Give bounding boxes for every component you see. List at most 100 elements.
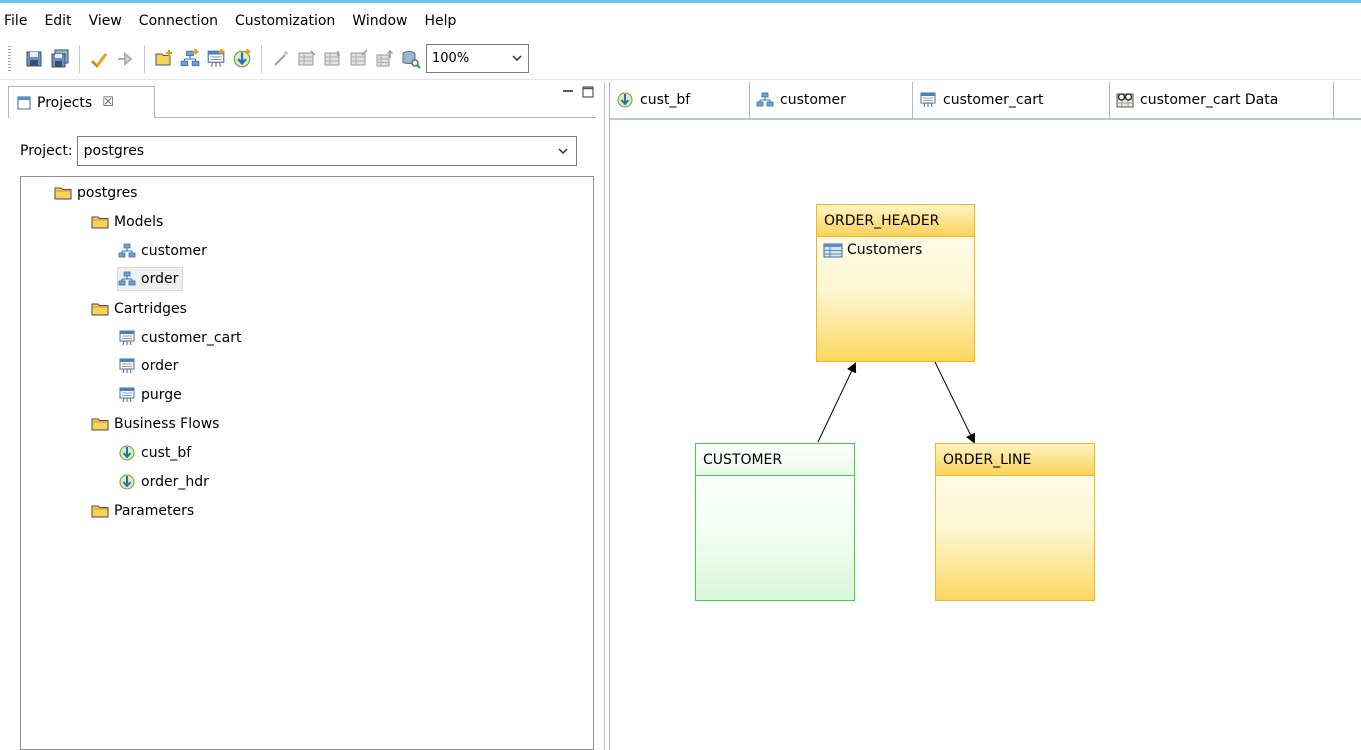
tree-item-label: customer_cart xyxy=(141,330,242,346)
tree-item-cartridge-customer-cart[interactable]: customer_cart xyxy=(118,326,241,350)
business-flow-icon xyxy=(118,444,136,462)
model-icon xyxy=(756,91,774,109)
tab-label: customer_cart xyxy=(943,92,1044,108)
tree-item-label: order xyxy=(141,271,179,287)
zoom-select[interactable]: 100% xyxy=(426,44,529,73)
entity-title: ORDER_HEADER xyxy=(817,205,974,237)
project-selector-row: Project: postgres xyxy=(20,136,577,166)
relationship-lines xyxy=(817,361,975,444)
relation-customer-to-order-header xyxy=(817,362,857,443)
cartridge-icon xyxy=(118,329,136,347)
tab-label: customer xyxy=(780,92,846,108)
table-action-1-icon[interactable] xyxy=(294,46,320,72)
database-search-icon[interactable] xyxy=(398,46,424,72)
diagram-canvas[interactable]: ORDER_HEADER Customers CUSTOMER ORDER_LI… xyxy=(610,120,1361,750)
tree-item-cartridges[interactable]: Cartridges xyxy=(91,297,187,321)
cartridge-icon xyxy=(118,386,136,404)
tab-customer-cart-data[interactable]: customer_cart Data xyxy=(1110,82,1334,118)
entity-order-line[interactable]: ORDER_LINE xyxy=(935,443,1095,601)
projects-panel: Projects ☒ Project: postgres postgres Mo… xyxy=(0,82,605,750)
tree-item-label: Business Flows xyxy=(114,416,220,432)
tab-label: customer_cart Data xyxy=(1140,92,1279,108)
business-flow-icon xyxy=(118,473,136,491)
close-icon[interactable]: ☒ xyxy=(102,95,114,110)
zoom-value: 100% xyxy=(432,51,470,66)
folder-icon xyxy=(91,415,109,433)
menu-view[interactable]: View xyxy=(89,13,122,29)
table-icon xyxy=(823,242,843,258)
editor-area: cust_bf customer customer_cart customer_… xyxy=(609,82,1361,750)
projects-tab-label: Projects xyxy=(37,94,93,111)
new-model-icon[interactable] xyxy=(177,46,203,72)
menu-bar: File Edit View Connection Customization … xyxy=(0,3,1361,38)
save-all-icon[interactable] xyxy=(47,46,73,72)
menu-edit[interactable]: Edit xyxy=(44,13,71,29)
tree-item-label: postgres xyxy=(77,185,138,201)
project-label: Project: xyxy=(20,143,73,159)
entity-title: ORDER_LINE xyxy=(936,444,1094,476)
tab-customer-cart[interactable]: customer_cart xyxy=(913,82,1110,118)
data-glasses-icon xyxy=(1116,91,1134,109)
new-project-icon[interactable] xyxy=(151,46,177,72)
toolbar-separator xyxy=(79,44,80,73)
menu-customization[interactable]: Customization xyxy=(235,13,335,29)
tree-item-business-flows[interactable]: Business Flows xyxy=(91,412,219,436)
tree-item-label: cust_bf xyxy=(141,445,192,461)
tab-underline xyxy=(155,117,596,118)
business-flow-icon xyxy=(616,91,634,109)
chevron-down-icon xyxy=(512,51,522,66)
wand-icon[interactable] xyxy=(268,46,294,72)
entity-member-customers[interactable]: Customers xyxy=(817,237,974,258)
folder-icon xyxy=(54,184,72,202)
panel-controls xyxy=(562,86,594,102)
menu-window[interactable]: Window xyxy=(352,13,407,29)
model-icon xyxy=(118,270,136,288)
toolbar-separator xyxy=(261,44,262,73)
entity-order-header[interactable]: ORDER_HEADER Customers xyxy=(816,204,975,362)
entity-customer[interactable]: CUSTOMER xyxy=(695,443,855,601)
tree-item-cartridge-order[interactable]: order xyxy=(118,354,178,378)
menu-connection[interactable]: Connection xyxy=(139,13,218,29)
table-action-3-icon[interactable] xyxy=(346,46,372,72)
folder-icon xyxy=(91,300,109,318)
project-tree: postgres Models customer order Cartridge… xyxy=(20,176,594,750)
table-action-2-icon[interactable] xyxy=(320,46,346,72)
tab-customer[interactable]: customer xyxy=(750,82,913,118)
connect-icon[interactable] xyxy=(86,46,112,72)
maximize-icon[interactable] xyxy=(582,86,594,102)
tree-item-flow-order-hdr[interactable]: order_hdr xyxy=(118,470,209,494)
folder-icon xyxy=(91,502,109,520)
cartridge-icon xyxy=(919,91,937,109)
tree-item-label: customer xyxy=(141,243,207,259)
tab-label: cust_bf xyxy=(640,92,691,108)
disconnect-icon[interactable] xyxy=(112,46,138,72)
new-cartridge-icon[interactable] xyxy=(203,46,229,72)
tree-item-label: Parameters xyxy=(114,503,195,519)
entity-title: CUSTOMER xyxy=(696,444,854,476)
minimize-icon[interactable] xyxy=(562,86,574,102)
project-select-value: postgres xyxy=(83,143,145,159)
tree-item-label: Models xyxy=(114,214,164,230)
tree-item-model-order[interactable]: order xyxy=(117,267,184,291)
menu-help[interactable]: Help xyxy=(425,13,457,29)
menu-file[interactable]: File xyxy=(4,13,27,29)
save-icon[interactable] xyxy=(21,46,47,72)
tree-item-postgres[interactable]: postgres xyxy=(54,181,137,205)
tree-item-cartridge-purge[interactable]: purge xyxy=(118,383,182,407)
tree-item-label: order xyxy=(141,358,179,374)
relation-order-header-to-order-line xyxy=(934,361,975,444)
table-action-4-icon[interactable] xyxy=(372,46,398,72)
toolbar: 100% xyxy=(0,38,1361,80)
toolbar-grip[interactable] xyxy=(8,45,11,72)
tree-item-parameters[interactable]: Parameters xyxy=(91,499,194,523)
chevron-down-icon xyxy=(558,143,568,159)
tree-item-flow-cust-bf[interactable]: cust_bf xyxy=(118,441,191,465)
tab-cust-bf[interactable]: cust_bf xyxy=(610,82,750,118)
toolbar-separator xyxy=(144,44,145,73)
member-label: Customers xyxy=(847,242,923,258)
tree-item-models[interactable]: Models xyxy=(91,210,163,234)
project-select[interactable]: postgres xyxy=(76,136,577,166)
new-business-flow-icon[interactable] xyxy=(229,46,255,72)
tab-projects[interactable]: Projects ☒ xyxy=(8,86,155,118)
tree-item-model-customer[interactable]: customer xyxy=(118,239,207,263)
